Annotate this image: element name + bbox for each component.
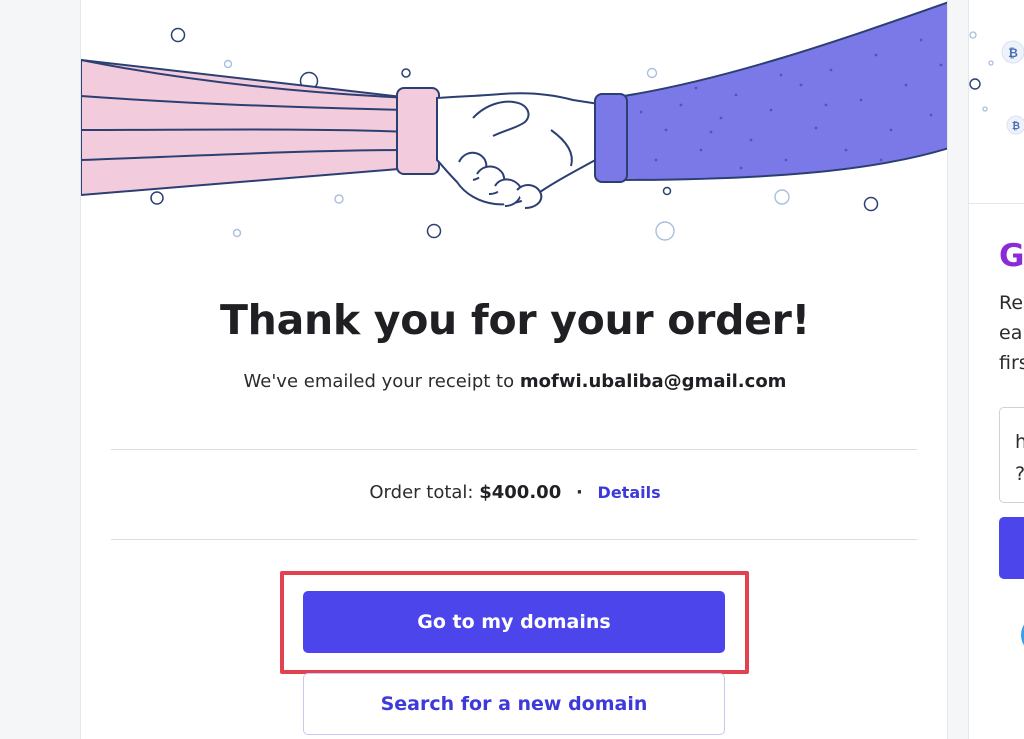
order-confirmation-page: Thank you for your order! We've emailed … <box>0 0 1024 739</box>
order-total-label: Order total: <box>369 482 474 503</box>
side-link-field[interactable]: h ? <box>999 407 1024 503</box>
side-text-line: firs <box>999 352 1024 374</box>
divider <box>969 203 1024 204</box>
receipt-email: mofwi.ubaliba@gmail.com <box>519 371 787 392</box>
side-promo-card: ₿ ₿ Gi Re ea firs h ? <box>968 0 1024 739</box>
order-total-row: Order total: $400.00 · Details <box>81 482 947 503</box>
separator-dot: · <box>575 482 583 503</box>
svg-text:₿: ₿ <box>1008 46 1018 60</box>
side-field-line: ? <box>1015 458 1024 490</box>
bitcoin-coin-icon: ₿ <box>1001 40 1024 64</box>
side-text-line: ea <box>999 322 1023 344</box>
page-title: Thank you for your order! <box>220 296 810 344</box>
order-total-amount: $400.00 <box>479 482 562 503</box>
side-action-button[interactable] <box>999 517 1024 579</box>
order-confirmation-card: Thank you for your order! We've emailed … <box>80 0 948 739</box>
search-new-domain-button[interactable]: Search for a new domain <box>303 673 725 735</box>
side-field-line: h <box>1015 426 1024 458</box>
receipt-prefix: We've emailed your receipt to <box>243 371 515 392</box>
divider <box>111 539 917 540</box>
svg-text:₿: ₿ <box>1012 120 1020 132</box>
coin-illustration: ₿ ₿ <box>969 31 1024 135</box>
handshake-illustration <box>81 1 947 241</box>
bitcoin-coin-icon: ₿ <box>1006 115 1024 135</box>
details-link[interactable]: Details <box>598 483 661 502</box>
go-to-my-domains-button[interactable]: Go to my domains <box>303 591 725 653</box>
side-heading: Gi <box>999 238 1024 274</box>
side-text-line: Re <box>999 292 1024 314</box>
divider <box>111 449 917 450</box>
receipt-message: We've emailed your receipt to mofwi.ubal… <box>81 371 947 392</box>
side-description: Re ea firs <box>999 288 1024 378</box>
